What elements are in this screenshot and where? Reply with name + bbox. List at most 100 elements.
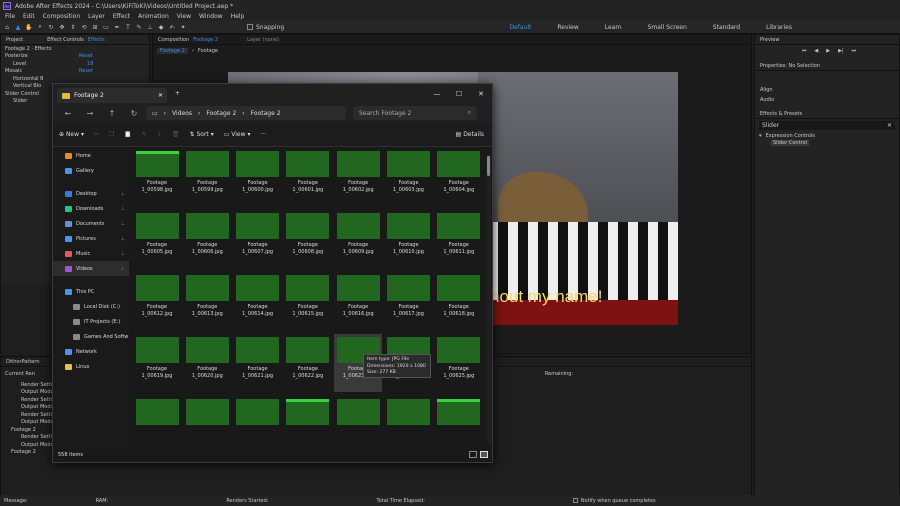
menu-animation[interactable]: Animation [138,13,169,20]
breadcrumb-comp[interactable]: Footage 2 [157,47,188,54]
file-tile[interactable]: Footage 1_00610.jpg [385,210,433,268]
first-frame-icon[interactable]: ⏮ [802,48,807,54]
pen-tool-icon[interactable]: ✒ [113,23,121,31]
file-tile[interactable]: Footage 1_00617.jpg [385,272,433,330]
menu-edit[interactable]: Edit [23,13,35,20]
file-tile[interactable]: Footage 1_00605.jpg [133,210,181,268]
maximize-icon[interactable]: ☐ [448,90,470,98]
path-videos[interactable]: Videos [172,110,192,117]
file-tile[interactable]: Footage 1_00600.jpg [234,148,282,206]
file-tile[interactable] [435,396,483,454]
file-tile[interactable]: Footage 1_00611.jpg [435,210,483,268]
next-frame-icon[interactable]: ▶| [838,48,844,54]
file-tile[interactable]: Footage 1_00616.jpg [334,272,382,330]
hand-tool-icon[interactable]: ✋ [25,23,33,31]
layer-tab[interactable]: Layer (none) [247,37,279,43]
share-icon[interactable]: ⇪ [157,131,162,138]
file-tile[interactable] [334,396,382,454]
file-tile[interactable]: Footage 1_00613.jpg [183,272,231,330]
roto-tool-icon[interactable]: ✍ [168,23,176,31]
effects-presets-header[interactable]: Effects & Presets [755,109,899,119]
cut-icon[interactable]: ✂ [94,131,99,138]
sidebar-item-it-projects-e[interactable]: IT Projects (E:) [53,314,129,329]
new-button[interactable]: ⊕ New ▾ [59,131,84,138]
file-tile[interactable]: Footage 1_00603.jpg [385,148,433,206]
file-tile[interactable]: Footage 1_00622.jpg [284,334,332,392]
preview-header[interactable]: Preview [755,35,899,45]
thumbnail-view-icon[interactable] [480,451,488,458]
copy-icon[interactable]: ❐ [109,131,114,138]
effect-row[interactable]: Horizontal B [1,75,149,83]
sidebar-item-desktop[interactable]: Desktop ⊥ [53,186,129,201]
sidebar-item-videos[interactable]: Videos ⊥ [53,261,129,276]
view-button[interactable]: ▭ View ▾ [224,131,251,138]
path-footage-current[interactable]: Footage 2 [251,110,281,117]
project-tab[interactable]: Project [6,37,23,43]
effect-slider-control[interactable]: Slider Control [755,140,899,148]
audio-header[interactable]: Audio [755,95,899,105]
menu-file[interactable]: File [5,13,15,20]
notify-checkbox[interactable] [572,498,578,503]
sidebar-item-network[interactable]: Network [53,344,129,359]
file-tile[interactable]: Footage 1_00606.jpg [183,210,231,268]
path-footage-parent[interactable]: Footage 2 [206,110,236,117]
brush-tool-icon[interactable]: ✎ [135,23,143,31]
file-tile[interactable]: Footage 1_00618.jpg [435,272,483,330]
sidebar-item-games-and-softw[interactable]: Games And Softw [53,329,129,344]
forward-icon[interactable]: → [80,109,100,118]
file-tile[interactable]: Footage 1_00609.jpg [334,210,382,268]
menu-view[interactable]: View [177,13,191,20]
file-tile[interactable] [133,396,181,454]
vertical-scrollbar[interactable] [487,154,491,444]
menu-help[interactable]: Help [231,13,245,20]
sort-button[interactable]: ⇅ Sort ▾ [190,131,214,138]
paste-icon[interactable]: 📋 [124,131,131,138]
sidebar-item-this-pc[interactable]: This PC [53,284,129,299]
sidebar-item-downloads[interactable]: Downloads ⊥ [53,201,129,216]
file-tile[interactable]: Footage 1_00614.jpg [234,272,282,330]
workspace-small-screen[interactable]: Small Screen [648,24,687,31]
snapping-checkbox[interactable] [247,24,253,30]
snapping-control[interactable]: Snapping [247,24,284,31]
effect-value[interactable]: 18 [87,61,93,67]
file-tile[interactable]: Footage 1_00599.jpg [183,148,231,206]
details-view-icon[interactable] [469,451,477,458]
workspace-default[interactable]: Default [509,24,531,31]
type-tool-icon[interactable]: T [124,23,132,31]
sidebar-item-pictures[interactable]: Pictures ⊥ [53,231,129,246]
file-tile[interactable] [385,396,433,454]
menu-composition[interactable]: Composition [43,13,80,20]
file-tile[interactable]: Footage 1_00621.jpg [234,334,282,392]
clone-tool-icon[interactable]: ⊥ [146,23,154,31]
file-tile[interactable]: Footage 1_00598.jpg [133,148,181,206]
menu-window[interactable]: Window [199,13,223,20]
effect-row[interactable]: Mosaic Reset [1,68,149,76]
menu-layer[interactable]: Layer [88,13,105,20]
file-tile[interactable]: Footage 1_00607.jpg [234,210,282,268]
more-options-button[interactable]: ··· [260,131,266,138]
file-tile[interactable] [234,396,282,454]
effects-search[interactable]: Slider ✕ [759,121,895,130]
file-tile[interactable]: Footage 1_00620.jpg [183,334,231,392]
zoom-tool-icon[interactable]: ⌕ [36,23,44,31]
file-tile[interactable]: Footage 1_00625.jpg [435,334,483,392]
search-input[interactable]: Search Footage 2 [359,110,411,117]
effect-controls-target[interactable]: Effects [88,37,105,43]
file-tile[interactable]: Footage 1_00615.jpg [284,272,332,330]
workspace-learn[interactable]: Learn [605,24,622,31]
effects-search-input[interactable]: Slider [762,122,779,129]
file-tile[interactable] [183,396,231,454]
selection-tool-icon[interactable]: ▲ [14,23,22,31]
breadcrumb-footage[interactable]: Footage [198,48,218,54]
effect-reset[interactable]: Reset [79,53,93,59]
file-tile[interactable]: Footage 1_00602.jpg [334,148,382,206]
eraser-tool-icon[interactable]: ◆ [157,23,165,31]
puppet-tool-icon[interactable]: ✦ [179,23,187,31]
close-tab-icon[interactable]: ✕ [158,92,163,99]
rename-icon[interactable]: ✎ [142,131,147,138]
back-icon[interactable]: ← [58,109,78,118]
effect-reset[interactable]: Reset [79,68,93,74]
delete-icon[interactable]: 🗑 [172,131,180,138]
new-tab-button[interactable]: + [175,90,180,97]
home-icon[interactable]: ⌂ [3,23,11,31]
